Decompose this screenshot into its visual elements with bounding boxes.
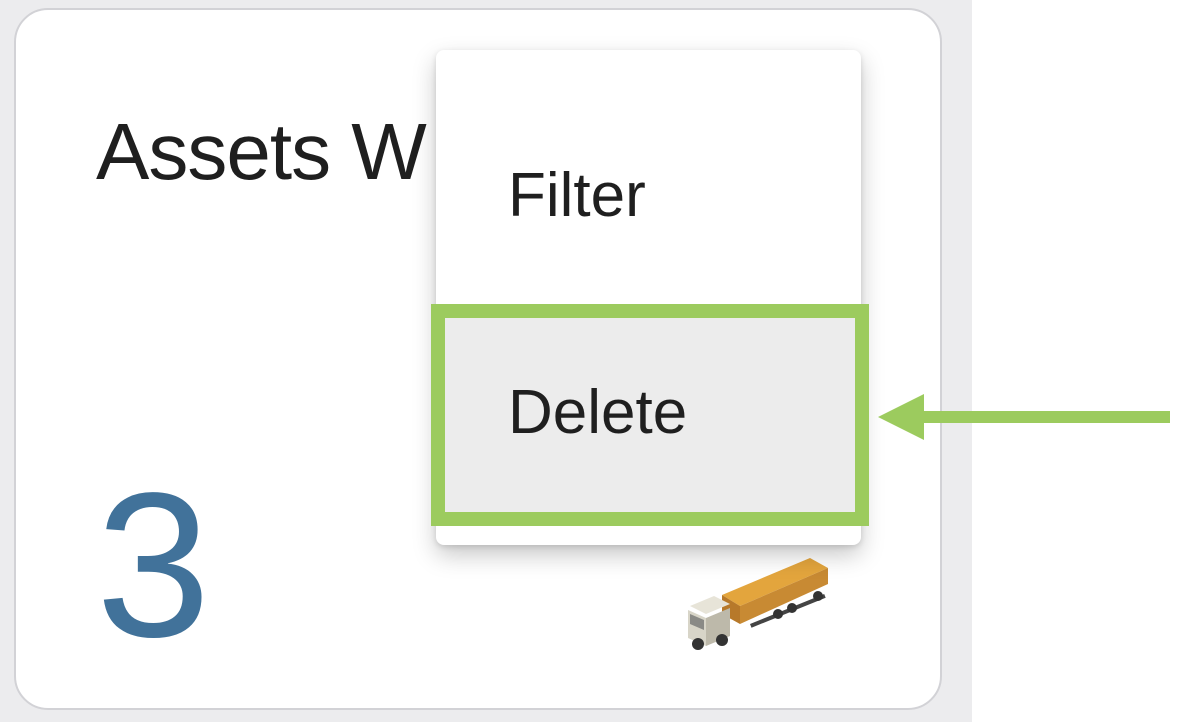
menu-item-filter[interactable]: Filter [436,90,861,300]
left-arrow-icon [878,394,1170,440]
menu-item-delete[interactable]: Delete [436,312,861,512]
truck-icon [688,558,828,650]
asset-count: 3 [96,450,211,680]
card-title: Assets W [96,107,427,196]
context-menu: Filter Delete [436,50,861,545]
